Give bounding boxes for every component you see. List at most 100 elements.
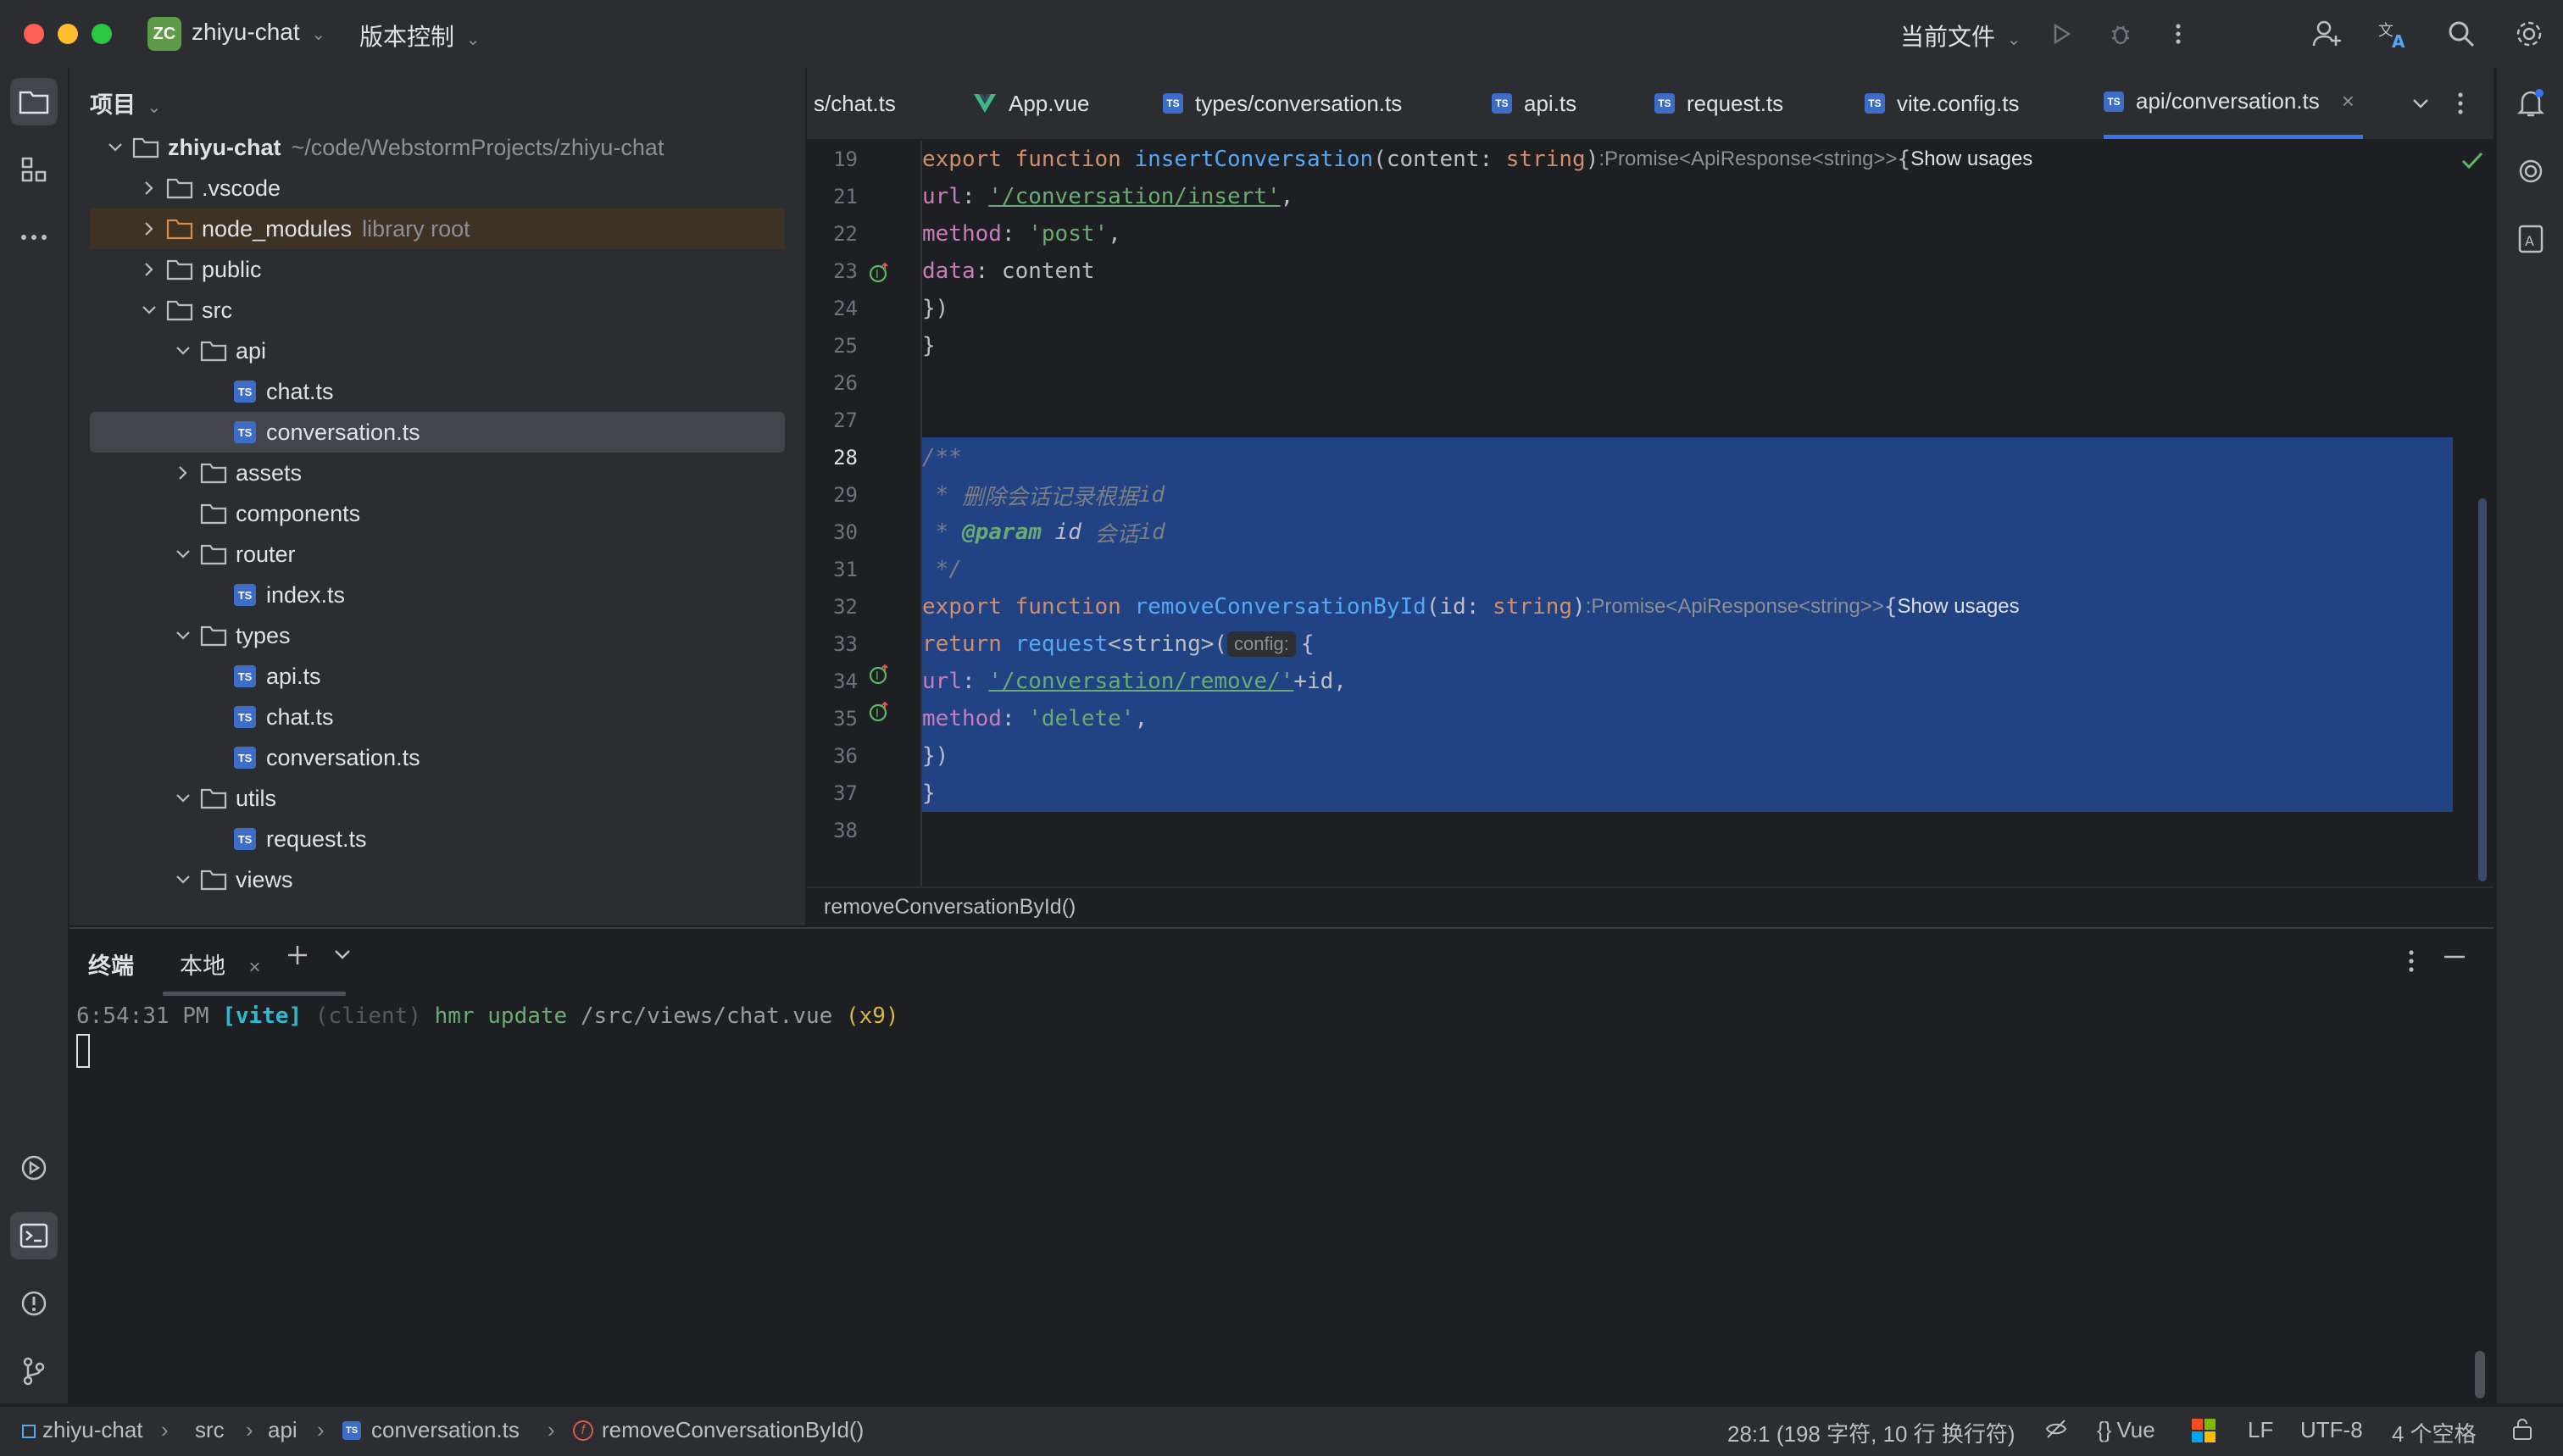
tree-folder-item[interactable]: views [90, 859, 785, 900]
project-badge[interactable]: ZC [147, 17, 181, 51]
line-number[interactable]: 24 [807, 297, 858, 320]
settings-gear-icon[interactable] [2510, 15, 2548, 53]
close-window-button[interactable] [24, 24, 44, 44]
code-line[interactable]: method: 'post', [922, 215, 1121, 253]
translate-icon[interactable]: 文A [2375, 15, 2412, 53]
tree-file-item[interactable]: TS index.ts [90, 575, 785, 615]
debug-icon[interactable] [2102, 15, 2139, 53]
show-usages-link[interactable]: Show usages [1898, 595, 2020, 619]
terminal-tool-icon[interactable] [10, 1212, 58, 1259]
tab-chat-ts[interactable]: s/chat.ts [814, 68, 896, 139]
tab-vite-config-ts[interactable]: TS vite.config.ts [1865, 68, 2020, 139]
status-crumb-src[interactable]: src [195, 1417, 225, 1443]
editor-scrollbar-thumb[interactable] [2478, 498, 2487, 881]
more-tools-icon[interactable] [10, 214, 58, 261]
line-number[interactable]: 31 [807, 558, 858, 581]
readonly-lock-icon[interactable] [2510, 1417, 2534, 1441]
chevron-down-icon[interactable] [137, 298, 161, 322]
tab-request-ts[interactable]: TS request.ts [1654, 68, 1783, 139]
tree-file-item[interactable]: TS conversation.ts [90, 412, 785, 453]
notifications-bell-icon[interactable] [2507, 80, 2555, 127]
implements-marker-icon[interactable]: I [868, 261, 892, 285]
line-number[interactable]: 38 [807, 819, 858, 842]
windows-logo-icon[interactable] [2192, 1419, 2216, 1442]
tree-folder-item[interactable]: .vscode [90, 168, 785, 208]
line-number[interactable]: 37 [807, 781, 858, 805]
status-crumb-file[interactable]: TS conversation.ts [342, 1417, 520, 1443]
tree-folder-item[interactable]: assets [90, 453, 785, 493]
tree-file-item[interactable]: TS chat.ts [90, 697, 785, 737]
status-crumb-function[interactable]: f removeConversationById() [573, 1417, 864, 1443]
status-crumb-project[interactable]: zhiyu-chat [22, 1417, 143, 1443]
tree-folder-item[interactable]: components [90, 493, 785, 534]
line-number[interactable]: 21 [807, 185, 858, 208]
code-line[interactable]: export function insertConversation (conte… [922, 141, 2032, 178]
minimize-panel-icon[interactable] [2443, 954, 2466, 959]
run-icon[interactable] [2043, 15, 2080, 53]
close-tab-icon[interactable]: × [249, 956, 261, 979]
line-number[interactable]: 19 [807, 147, 858, 171]
line-number[interactable]: 30 [807, 520, 858, 544]
chevron-down-icon[interactable] [171, 868, 195, 892]
code-line[interactable]: method: 'delete', [922, 700, 1148, 737]
close-tab-icon[interactable]: × [2342, 88, 2355, 114]
chevron-down-icon[interactable] [171, 786, 195, 810]
code-line[interactable]: * 删除会话记录根据 id [922, 476, 1165, 514]
code-line[interactable]: } [922, 327, 936, 364]
code-line[interactable]: data: content [922, 253, 1095, 290]
tree-folder-item[interactable]: src [90, 290, 785, 331]
project-tool-folder-icon[interactable] [10, 78, 58, 125]
line-number[interactable]: 27 [807, 408, 858, 432]
inspection-off-icon[interactable] [2044, 1417, 2068, 1441]
vcs-menu[interactable]: 版本控制 ⌄ [359, 19, 481, 53]
tree-file-item[interactable]: TS conversation.ts [90, 737, 785, 778]
tab-app-vue[interactable]: App.vue [973, 68, 1089, 139]
tabs-more-icon[interactable] [2456, 68, 2465, 139]
chevron-down-icon[interactable] [171, 624, 195, 647]
code-line[interactable]: url: '/conversation/insert', [922, 178, 1293, 215]
project-panel-title[interactable]: 项目 ⌄ [90, 86, 161, 119]
code-line[interactable]: } [922, 775, 936, 812]
chevron-right-icon[interactable] [137, 176, 161, 200]
tree-folder-item[interactable]: zhiyu-chat ~/code/WebstormProjects/zhiyu-… [90, 127, 785, 168]
tree-folder-item[interactable]: router [90, 534, 785, 575]
line-number[interactable]: 26 [807, 371, 858, 395]
code-line[interactable]: url: '/conversation/remove/' +id, [922, 663, 1347, 700]
line-number[interactable]: 28 [807, 446, 858, 470]
font-preview-icon[interactable]: A [2507, 215, 2555, 263]
terminal-scrollbar-thumb[interactable] [2475, 1351, 2485, 1398]
ai-assistant-icon[interactable] [2507, 147, 2555, 195]
chevron-right-icon[interactable] [137, 258, 161, 281]
caret-position[interactable]: 28:1 (198 字符, 10 行 换行符) [1727, 1417, 2015, 1448]
project-switcher[interactable]: zhiyu-chat ⌄ [192, 19, 325, 46]
chevron-down-icon[interactable] [171, 339, 195, 363]
line-number[interactable]: 34 [807, 670, 858, 693]
tab-terminal-local[interactable]: 本地 × [180, 948, 261, 981]
line-number[interactable]: 35 [807, 707, 858, 731]
services-run-icon[interactable] [10, 1144, 58, 1192]
minimize-window-button[interactable] [58, 24, 78, 44]
language-mode[interactable]: {} Vue [2097, 1417, 2155, 1443]
tree-file-item[interactable]: TS chat.ts [90, 371, 785, 412]
show-usages-link[interactable]: Show usages [1910, 147, 2032, 171]
editor-breadcrumb[interactable]: removeConversationById() [807, 886, 2494, 925]
tree-folder-item[interactable]: node_modules library root [90, 208, 785, 249]
line-number[interactable]: 33 [807, 632, 858, 656]
tab-types-conversation-ts[interactable]: TS types/conversation.ts [1163, 68, 1402, 139]
git-branch-icon[interactable] [10, 1348, 58, 1395]
file-encoding[interactable]: UTF-8 [2300, 1417, 2363, 1443]
tabs-overflow-chevron-icon[interactable] [2410, 68, 2431, 139]
structure-tool-icon[interactable] [10, 146, 58, 193]
code-line[interactable]: return request <string>(config:{ [922, 625, 1315, 663]
code-line[interactable]: }) [922, 290, 948, 327]
code-line[interactable]: */ [922, 551, 962, 588]
line-number[interactable]: 25 [807, 334, 858, 358]
chevron-down-icon[interactable] [171, 542, 195, 566]
run-config-selector[interactable]: 当前文件 ⌄ [1900, 19, 2021, 53]
chevron-right-icon[interactable] [171, 461, 195, 485]
implements-marker-icon[interactable]: I [868, 700, 892, 724]
chevron-down-icon[interactable] [103, 136, 127, 159]
line-number[interactable]: 23 [807, 259, 858, 283]
code-line[interactable]: }) [922, 737, 948, 775]
tree-folder-item[interactable]: public [90, 249, 785, 290]
